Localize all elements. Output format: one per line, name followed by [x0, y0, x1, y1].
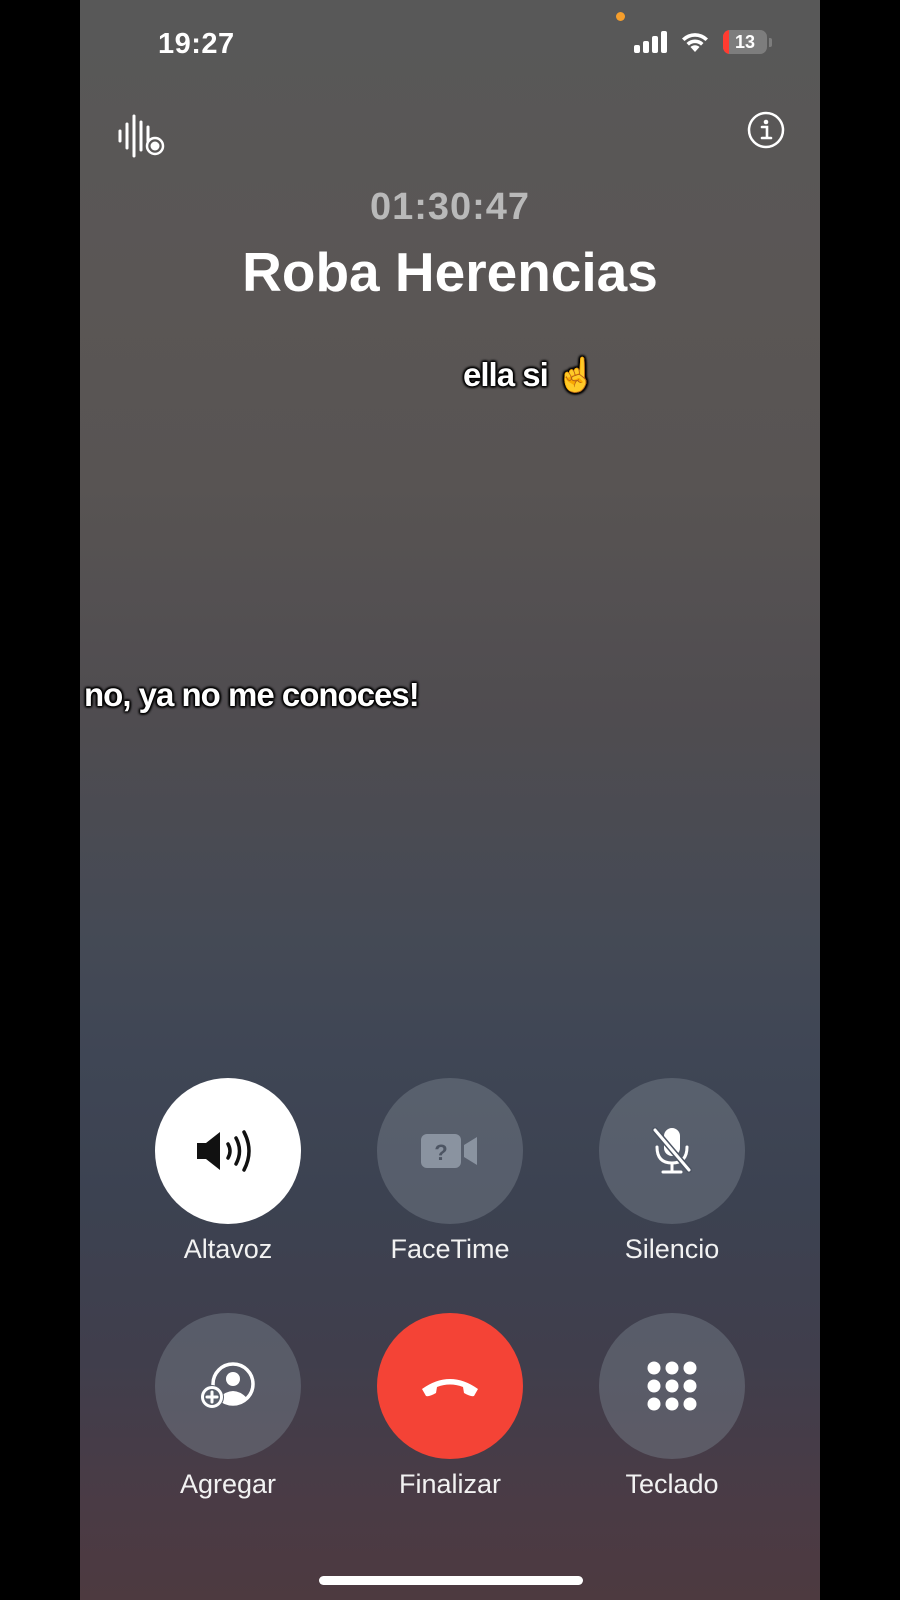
- speaker-control: Altavoz: [155, 1078, 301, 1265]
- mute-control: Silencio: [599, 1078, 745, 1265]
- end-call-button[interactable]: [377, 1313, 523, 1459]
- speaker-label: Altavoz: [183, 1234, 273, 1264]
- call-screen: 19:27 13 01:30:47 Roba Herencias ella si…: [80, 0, 820, 1600]
- svg-text:?: ?: [434, 1140, 447, 1165]
- add-person-icon: [200, 1362, 255, 1409]
- overlay-caption: no, ya no me conoces!: [84, 676, 420, 713]
- facetime-label: FaceTime: [390, 1234, 510, 1264]
- battery-percent: 13: [734, 31, 756, 52]
- call-duration: 01:30:47: [369, 186, 531, 228]
- mute-label: Silencio: [624, 1234, 720, 1264]
- add-call-button[interactable]: [155, 1313, 301, 1459]
- add-call-control: Agregar: [155, 1313, 301, 1500]
- cellular-signal-icon: [634, 31, 667, 53]
- home-indicator[interactable]: [319, 1576, 583, 1585]
- keypad-label: Teclado: [625, 1469, 719, 1499]
- info-icon[interactable]: [746, 110, 786, 155]
- add-call-label: Agregar: [179, 1469, 277, 1499]
- facetime-button[interactable]: ?: [377, 1078, 523, 1224]
- mute-button[interactable]: [599, 1078, 745, 1224]
- phone-hangup-icon: [422, 1379, 478, 1397]
- end-call-control: Finalizar: [377, 1313, 523, 1500]
- speaker-button[interactable]: [155, 1078, 301, 1224]
- status-indicators: 13: [634, 30, 772, 54]
- battery-indicator: 13: [723, 30, 767, 54]
- audio-waveform-icon[interactable]: [116, 114, 168, 165]
- battery-cap: [769, 37, 772, 47]
- facetime-control: ? FaceTime: [377, 1078, 523, 1265]
- battery-fill: [723, 30, 729, 54]
- microphone-slash-icon: [652, 1127, 692, 1174]
- speaker-icon: [197, 1130, 251, 1172]
- end-call-label: Finalizar: [398, 1469, 502, 1499]
- keypad-button[interactable]: [599, 1313, 745, 1459]
- keypad-icon: [647, 1361, 697, 1411]
- video-camera-question-icon: ?: [421, 1134, 477, 1168]
- wifi-icon: [682, 33, 708, 52]
- contact-name: Roba Herencias: [242, 241, 658, 303]
- keypad-control: Teclado: [599, 1313, 745, 1500]
- status-time: 19:27: [158, 28, 235, 60]
- overlay-caption: ella si ☝️: [463, 356, 597, 393]
- microphone-in-use-dot: [616, 12, 625, 21]
